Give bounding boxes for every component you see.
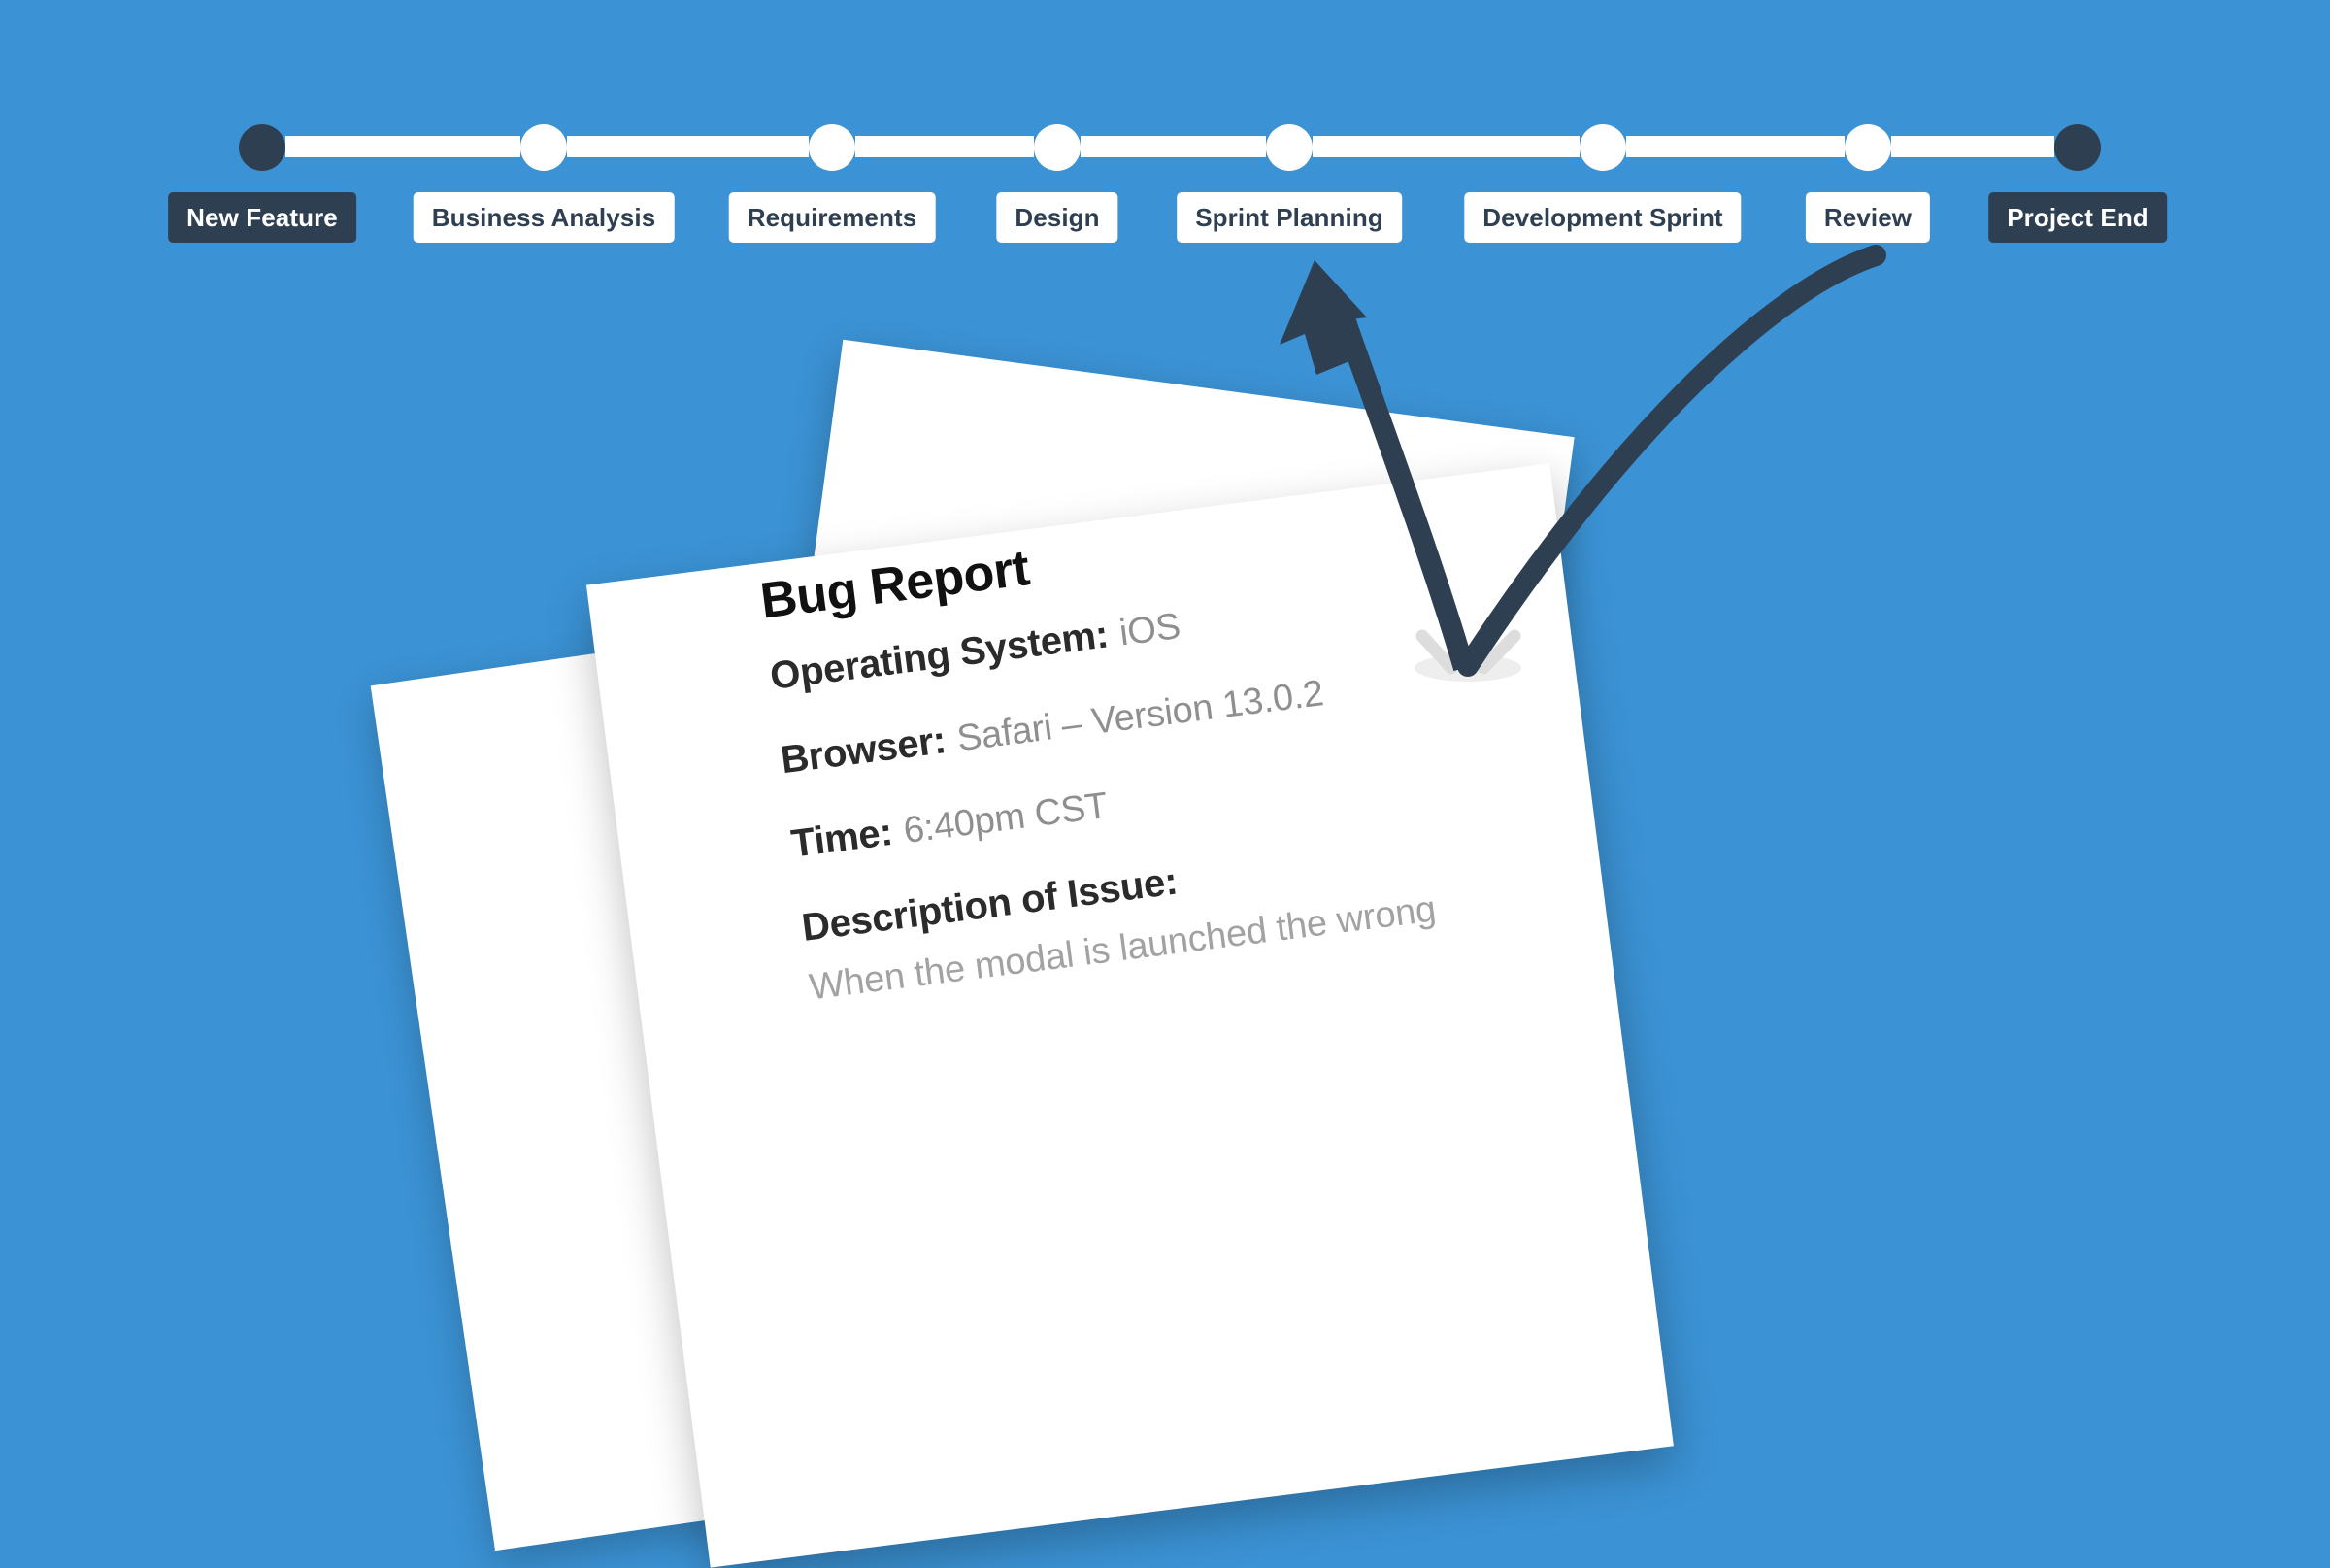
field-label: Operating System: <box>767 613 1112 698</box>
field-value: 6:40pm CST <box>901 784 1111 852</box>
field-label: Browser: <box>778 718 949 783</box>
field-value: Safari – Version 13.0.2 <box>954 673 1326 760</box>
paper-stack: Bug Report Operating System: iOS Browser… <box>0 0 2330 1568</box>
field-label: Time: <box>788 810 895 866</box>
field-value: iOS <box>1116 606 1183 654</box>
